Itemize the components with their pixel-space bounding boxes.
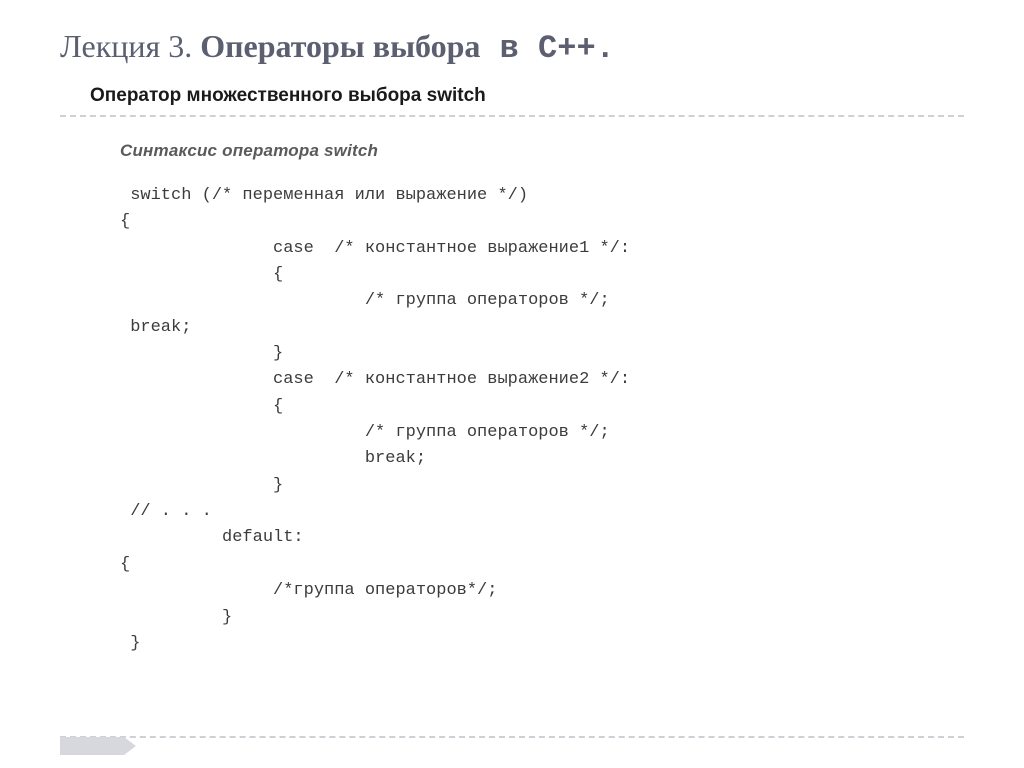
content-area: Синтаксис оператора switch switch (/* пе…	[120, 141, 964, 657]
slide-title: Лекция 3. Операторы выбора в С++.	[60, 28, 964, 67]
title-bold: Операторы выбора	[200, 28, 480, 64]
title-mono: в С++.	[480, 30, 614, 67]
title-prefix: Лекция 3.	[60, 28, 200, 64]
progress-arrow-icon	[60, 737, 124, 755]
divider-top	[60, 115, 964, 117]
footer-bar	[60, 736, 964, 756]
slide: Лекция 3. Операторы выбора в С++. Операт…	[0, 0, 1024, 768]
code-block: switch (/* переменная или выражение */) …	[120, 183, 964, 657]
subtitle-wrap: Оператор множественного выбора switch	[90, 85, 964, 107]
syntax-label: Синтаксис оператора switch	[120, 141, 964, 161]
subtitle: Оператор множественного выбора switch	[90, 85, 964, 107]
